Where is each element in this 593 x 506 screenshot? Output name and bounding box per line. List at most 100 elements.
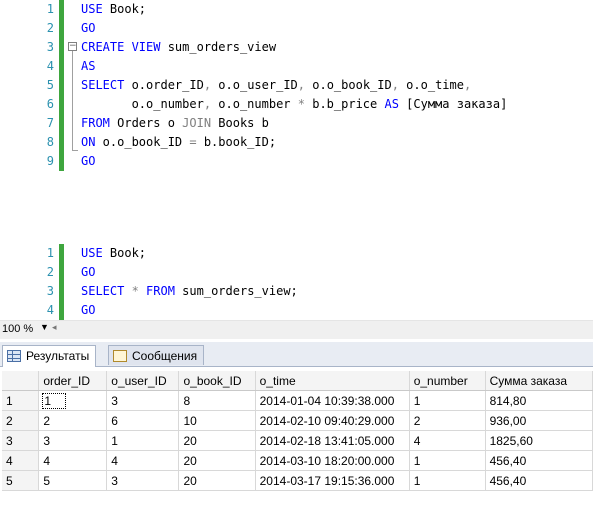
code-text: GO (81, 21, 96, 35)
table-row[interactable]: 2 2 6 10 2014-02-10 09:40:29.000 2 936,00 (2, 410, 593, 431)
code-line[interactable]: 3 SELECT * FROM sum_orders_view; (0, 282, 593, 301)
table-cell[interactable]: 3 (106, 390, 180, 411)
table-cell[interactable]: 20 (178, 450, 256, 471)
tab-messages[interactable]: Сообщения (108, 345, 205, 365)
line-number: 8 (46, 135, 54, 149)
code-line[interactable]: 5 SELECT o.order_ID, o.o_user_ID, o.o_boo… (0, 76, 593, 95)
change-marker (59, 114, 64, 133)
code-text: GO (81, 265, 96, 279)
change-marker (59, 301, 64, 320)
column-header[interactable]: Сумма заказа (485, 371, 593, 391)
code-line[interactable]: 2 GO (0, 19, 593, 38)
line-number: 2 (46, 265, 54, 279)
table-cell[interactable]: 20 (178, 430, 256, 451)
code-line[interactable]: 6 o.o_number, o.o_number * b.b_price AS … (0, 95, 593, 114)
table-cell[interactable]: 2 (409, 410, 486, 431)
table-cell[interactable]: 1 (38, 390, 108, 411)
results-table[interactable]: order_ID o_user_ID o_book_ID o_time o_number… (2, 371, 593, 491)
row-number[interactable]: 5 (2, 470, 40, 491)
change-marker (59, 0, 64, 19)
column-header[interactable]: o_book_ID (178, 371, 256, 391)
table-row[interactable]: 3 3 1 20 2014-02-18 13:41:05.000 4 1825,60 (2, 430, 593, 451)
line-number: 6 (46, 97, 54, 111)
tab-results[interactable]: Результаты (2, 345, 97, 367)
column-header[interactable]: o_number (409, 371, 486, 391)
code-text: FROM Orders o JOIN Books b (81, 116, 269, 130)
table-cell[interactable]: 5 (38, 470, 108, 491)
chevron-down-icon[interactable]: ▼ (40, 322, 49, 332)
code-text: AS (81, 59, 96, 73)
table-cell[interactable]: 1 (409, 470, 486, 491)
code-text: GO (81, 154, 96, 168)
table-cell[interactable]: 4 (106, 450, 180, 471)
table-cell[interactable]: 2014-02-10 09:40:29.000 (255, 410, 410, 431)
code-text: o.o_number, o.o_number * b.b_price AS [С… (81, 97, 508, 111)
collapse-icon[interactable]: − (68, 42, 77, 51)
zoom-level[interactable]: 100 % (2, 323, 33, 335)
line-number: 3 (46, 40, 54, 54)
change-marker (59, 263, 64, 282)
table-cell[interactable]: 2014-03-10 18:20:00.000 (255, 450, 410, 471)
table-cell[interactable]: 456,40 (485, 470, 593, 491)
code-line[interactable]: 2 GO (0, 263, 593, 282)
code-line[interactable]: 1 USE Book; (0, 244, 593, 263)
code-line[interactable]: 4 AS (0, 57, 593, 76)
code-text: ON o.o_book_ID = b.book_ID; (81, 135, 277, 149)
table-cell[interactable]: 8 (178, 390, 256, 411)
table-cell[interactable]: 6 (106, 410, 180, 431)
table-cell[interactable]: 10 (178, 410, 256, 431)
table-cell[interactable]: 2014-03-17 19:15:36.000 (255, 470, 410, 491)
row-number[interactable]: 3 (2, 430, 40, 451)
code-text: GO (81, 303, 96, 317)
table-cell[interactable]: 1 (409, 390, 486, 411)
line-number: 9 (46, 154, 54, 168)
query-editor-bottom[interactable]: 1 USE Book; 2 GO 3 SELECT * FROM sum_orders_v… (0, 244, 593, 320)
table-cell[interactable]: 2014-02-18 13:41:05.000 (255, 430, 410, 451)
column-header[interactable]: order_ID (38, 371, 108, 391)
column-header[interactable]: o_time (255, 371, 410, 391)
code-line[interactable]: 9 GO (0, 152, 593, 171)
code-line[interactable]: 1 USE Book; (0, 0, 593, 19)
line-number: 3 (46, 284, 54, 298)
fold-guide (72, 51, 73, 150)
table-cell[interactable]: 1 (106, 430, 180, 451)
change-marker (59, 152, 64, 171)
query-editor-top[interactable]: 1 USE Book; 2 GO 3 − CREATE VIEW sum_orders_vi… (0, 0, 593, 171)
scroll-left-icon[interactable]: ◂ (52, 322, 57, 333)
code-line[interactable]: 8 ON o.o_book_ID = b.book_ID; (0, 133, 593, 152)
line-number: 4 (46, 59, 54, 73)
table-cell[interactable]: 2014-01-04 10:39:38.000 (255, 390, 410, 411)
change-marker (59, 57, 64, 76)
table-cell[interactable]: 4 (409, 430, 486, 451)
table-cell[interactable]: 1825,60 (485, 430, 593, 451)
change-marker (59, 95, 64, 114)
table-cell[interactable]: 2 (38, 410, 108, 431)
table-cell[interactable]: 1 (409, 450, 486, 471)
row-number[interactable]: 4 (2, 450, 40, 471)
table-row[interactable]: 4 4 4 20 2014-03-10 18:20:00.000 1 456,40 (2, 450, 593, 471)
table-cell[interactable]: 3 (38, 430, 108, 451)
messages-icon (113, 350, 127, 362)
table-cell[interactable]: 814,80 (485, 390, 593, 411)
code-text: USE Book; (81, 2, 147, 16)
table-cell[interactable]: 4 (38, 450, 108, 471)
change-marker (59, 282, 64, 301)
code-text: SELECT * FROM sum_orders_view; (81, 284, 298, 298)
table-cell[interactable]: 20 (178, 470, 256, 491)
column-header[interactable]: o_user_ID (106, 371, 180, 391)
code-line[interactable]: 7 FROM Orders o JOIN Books b (0, 114, 593, 133)
code-line[interactable]: 3 − CREATE VIEW sum_orders_view (0, 38, 593, 57)
row-number[interactable]: 2 (2, 410, 40, 431)
code-line[interactable]: 4 GO (0, 301, 593, 320)
table-row[interactable]: 1 1 3 8 2014-01-04 10:39:38.000 1 814,80 (2, 390, 593, 411)
line-number: 2 (46, 21, 54, 35)
table-row[interactable]: 5 5 3 20 2014-03-17 19:15:36.000 1 456,40 (2, 470, 593, 491)
line-number: 1 (46, 2, 54, 16)
table-cell[interactable]: 936,00 (485, 410, 593, 431)
table-cell[interactable]: 456,40 (485, 450, 593, 471)
line-number: 5 (46, 78, 54, 92)
grid-corner[interactable] (2, 371, 40, 391)
row-number[interactable]: 1 (2, 390, 40, 411)
results-tabs: Результаты Сообщения (0, 342, 593, 367)
table-cell[interactable]: 3 (106, 470, 180, 491)
